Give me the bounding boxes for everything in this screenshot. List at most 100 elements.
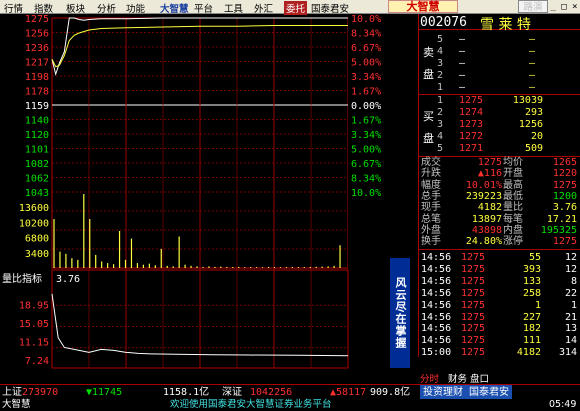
menu-item-0[interactable]: 行情 — [4, 1, 23, 15]
menu-item-9[interactable]: 委托 — [284, 1, 308, 15]
stat-row: 现手 4182 量比 3.76 — [419, 202, 580, 214]
tick-price: 1275 — [461, 275, 486, 287]
sell-volume: — — [529, 46, 536, 57]
stat-value: 1265 — [552, 157, 577, 168]
sell-volume: — — [529, 82, 536, 93]
stat-value: 1220 — [552, 168, 577, 180]
promo-banner[interactable]: 投资理财 国泰君安 — [420, 385, 513, 400]
stat-value: 1275 — [552, 179, 577, 191]
price-tick-left: 1082 — [25, 159, 49, 170]
stat-value: 4182 — [477, 202, 502, 214]
tick-row: 14:56 1275 258 22 — [419, 288, 580, 300]
menu-item-2[interactable]: 板块 — [66, 1, 85, 15]
pct-tick-right: 10.0% — [351, 14, 381, 25]
window-controls[interactable]: _ □ × — [550, 1, 578, 13]
sell-level: 4 — [437, 46, 444, 57]
status-bar: 大智慧 欢迎使用国泰君安大智慧证券业务平台 05:49 — [0, 399, 580, 411]
sh-label[interactable]: 上证 — [2, 385, 22, 400]
menu-item-6[interactable]: 平台 — [194, 1, 213, 15]
ticks-separator — [419, 249, 580, 250]
tick-price: 1275 — [461, 263, 486, 275]
buy-row: 2 1274 293 — [419, 107, 580, 119]
index-bar: 上证 273970 ▼11745 1158.1亿 深证 1042256 ▲581… — [0, 384, 580, 400]
buy-volume: 509 — [524, 143, 543, 154]
roadshow-button[interactable]: 路演 — [518, 0, 548, 13]
menu-item-1[interactable]: 指数 — [34, 1, 53, 15]
sell-row: 3 — — — [419, 58, 580, 70]
tick-volume: 1 — [534, 299, 541, 311]
tick-time: 15:00 — [421, 347, 452, 359]
sz-label[interactable]: 深证 — [222, 385, 242, 400]
tick-count: 21 — [564, 311, 577, 323]
buy-price: 1273 — [459, 119, 484, 130]
volume-tick: 13600 — [19, 203, 49, 214]
welcome-marquee: 欢迎使用国泰君安大智慧证券业务平台 — [170, 399, 332, 410]
stat-row: 升跌 ▲116 开盘 1220 — [419, 168, 580, 180]
pct-tick-right: 3.34% — [351, 72, 381, 83]
indicator-label: 量比指标 — [2, 272, 42, 285]
tick-price: 1275 — [461, 323, 486, 335]
stat-label: 外盘 — [421, 224, 441, 236]
sell-price: — — [459, 58, 466, 69]
price-tick-left: 1101 — [25, 145, 49, 156]
tick-row: 14:56 1275 133 8 — [419, 276, 580, 288]
indicator-tick: 11.15 — [19, 337, 49, 348]
tick-time: 14:56 — [421, 311, 452, 323]
menu-item-8[interactable]: 外汇 — [254, 1, 273, 15]
buy-price: 1274 — [459, 107, 484, 118]
panel-tabs: 分时 财务 盘口 — [420, 371, 580, 385]
stat-value: 239223 — [465, 190, 502, 202]
buy-volume: 293 — [524, 107, 543, 118]
tick-time: 14:56 — [421, 323, 452, 335]
stat-label: 现手 — [421, 202, 441, 214]
stat-value: 1200 — [552, 190, 577, 202]
menu-item-4[interactable]: 功能 — [126, 1, 145, 15]
tab-1[interactable]: 财务 — [448, 371, 467, 385]
buy-level: 3 — [437, 119, 444, 130]
tick-count: 12 — [564, 263, 577, 275]
sell-level: 3 — [437, 58, 444, 69]
indicator-tick: 15.05 — [19, 319, 49, 330]
tick-volume: 182 — [522, 323, 541, 335]
tick-count: 12 — [564, 252, 577, 263]
stat-value: 3.76 — [552, 202, 577, 214]
menu-item-5[interactable]: 大智慧 — [160, 1, 189, 15]
pct-tick-right: 1.67% — [351, 116, 381, 127]
sell-level: 5 — [437, 34, 444, 45]
buy-volume: 1256 — [518, 119, 543, 130]
sell-row: 5 — — — [419, 34, 580, 46]
price-tick-left: 1198 — [25, 72, 49, 83]
tab-0[interactable]: 分时 — [420, 371, 439, 385]
tick-price: 1275 — [461, 252, 486, 263]
volume-tick: 6800 — [25, 234, 49, 245]
tab-2[interactable]: 盘口 — [470, 371, 489, 385]
tick-time: 14:56 — [421, 335, 452, 347]
stat-label: 换手 — [421, 236, 441, 248]
tick-price: 1275 — [461, 347, 486, 359]
pct-tick-right: 0.00% — [351, 101, 381, 112]
sell-row: 1 — — — [419, 82, 580, 94]
menu-item-7[interactable]: 工具 — [224, 1, 243, 15]
buy-row: 3 1273 1256 — [419, 119, 580, 131]
pct-tick-right: 6.67% — [351, 159, 381, 170]
stat-row: 幅度 10.01% 最高 1275 — [419, 180, 580, 192]
tick-row: 14:56 1275 227 21 — [419, 312, 580, 324]
tick-time: 14:56 — [421, 275, 452, 287]
buy-volume: 20 — [530, 131, 543, 142]
volume-tick: 10200 — [19, 218, 49, 229]
tick-volume: 258 — [522, 287, 541, 299]
sh-amount: 1158.1亿 — [163, 387, 210, 398]
stat-value: 13897 — [471, 213, 502, 225]
stat-label: 涨停 — [503, 236, 523, 248]
sell-level: 2 — [437, 70, 444, 81]
tick-count: 1 — [570, 299, 577, 311]
tick-time: 14:56 — [421, 263, 452, 275]
tick-count: 14 — [564, 335, 577, 347]
clock: 05:49 — [549, 399, 577, 410]
quote-panel: 卖盘 买盘 5— —4— —3— —2— —1— —1 1275 13039 2 1274 293 3 12… — [418, 14, 580, 359]
sell-price: — — [459, 82, 466, 93]
sell-volume: — — [529, 58, 536, 69]
menu-item-10[interactable]: 国泰君安 — [311, 1, 349, 15]
menu-item-3[interactable]: 分析 — [97, 1, 116, 15]
intraday-chart: 1275 1256 1236 1217 1198 1178 1159 1140 1120 1101… — [2, 14, 418, 369]
